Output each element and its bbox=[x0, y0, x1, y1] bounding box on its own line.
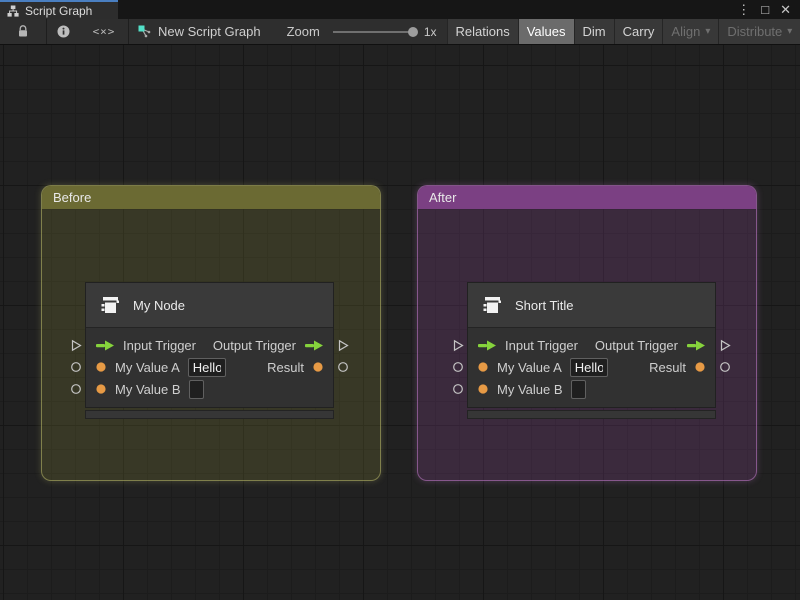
code-view-button[interactable]: <×> bbox=[80, 19, 128, 44]
flow-arrow-icon bbox=[686, 339, 706, 352]
group-label: After bbox=[429, 190, 457, 205]
graph-canvas[interactable]: Before After My Node Input Trigger Outpu… bbox=[0, 45, 800, 600]
group-label: Before bbox=[53, 190, 92, 205]
flow-arrow-icon bbox=[477, 339, 497, 352]
close-icon[interactable]: ✕ bbox=[780, 3, 791, 16]
port-label: My Value B bbox=[497, 381, 563, 397]
port-row-value-b: My Value B bbox=[71, 378, 333, 400]
value-output-port[interactable] bbox=[719, 361, 731, 374]
port-label: My Value A bbox=[497, 359, 562, 375]
port-row-trigger: Input Trigger Output Trigger bbox=[71, 334, 349, 356]
flow-input-port[interactable] bbox=[70, 339, 82, 352]
node-title: Short Title bbox=[515, 297, 574, 313]
value-b-input[interactable] bbox=[570, 379, 586, 399]
circle-outline-icon bbox=[453, 362, 463, 372]
value-dot-icon bbox=[477, 383, 489, 395]
circle-outline-icon bbox=[453, 384, 463, 394]
value-dot-icon bbox=[95, 383, 107, 395]
script-graph-asset-icon bbox=[138, 25, 151, 38]
flow-arrow-icon bbox=[95, 339, 115, 352]
value-input-port[interactable] bbox=[70, 383, 82, 396]
tab-title: Script Graph bbox=[25, 3, 93, 18]
flow-output-port[interactable] bbox=[337, 339, 349, 352]
value-dot-icon bbox=[477, 361, 489, 373]
relations-button[interactable]: Relations bbox=[446, 19, 518, 44]
dim-button[interactable]: Dim bbox=[573, 19, 614, 44]
group-before-header[interactable]: Before bbox=[42, 186, 380, 209]
value-b-input[interactable] bbox=[188, 379, 204, 399]
port-label: Result bbox=[649, 359, 686, 375]
flow-arrow-icon bbox=[304, 339, 324, 352]
window-controls: ⋮ □ ✕ bbox=[737, 0, 800, 19]
triangle-outline-icon bbox=[453, 339, 464, 351]
circle-outline-icon bbox=[71, 384, 81, 394]
zoom-slider-handle[interactable] bbox=[407, 26, 418, 37]
zoom-slider[interactable] bbox=[332, 26, 418, 37]
value-dot-icon bbox=[312, 361, 324, 373]
script-graph-window: Script Graph ⋮ □ ✕ <×> New Script Graph … bbox=[0, 0, 800, 600]
values-button[interactable]: Values bbox=[517, 19, 574, 44]
unit-icon bbox=[483, 297, 501, 313]
node-header[interactable]: My Node bbox=[86, 283, 333, 328]
info-button[interactable] bbox=[47, 19, 80, 44]
port-row-value-a: My Value A Result bbox=[71, 356, 348, 378]
port-row-value-a: My Value A Result bbox=[453, 356, 730, 378]
value-output-port[interactable] bbox=[337, 361, 349, 374]
port-label: Result bbox=[267, 359, 304, 375]
port-label: Input Trigger bbox=[505, 337, 578, 353]
port-label: Input Trigger bbox=[123, 337, 196, 353]
node-header[interactable]: Short Title bbox=[468, 283, 715, 328]
circle-outline-icon bbox=[720, 362, 730, 372]
triangle-outline-icon bbox=[71, 339, 82, 351]
triangle-outline-icon bbox=[720, 339, 731, 351]
value-dot-icon bbox=[95, 361, 107, 373]
value-a-input[interactable] bbox=[569, 357, 608, 377]
port-row-trigger: Input Trigger Output Trigger bbox=[453, 334, 731, 356]
toolbar-buttons: Relations Values Dim Carry Align ▾ Distr… bbox=[446, 19, 800, 44]
port-label: My Value B bbox=[115, 381, 181, 397]
chevron-down-icon: ▾ bbox=[787, 26, 793, 37]
toolbar-separator bbox=[128, 19, 129, 44]
tab-bar: Script Graph ⋮ □ ✕ bbox=[0, 0, 800, 19]
align-button[interactable]: Align ▾ bbox=[662, 19, 719, 44]
zoom-label: Zoom bbox=[286, 24, 320, 39]
port-label: Output Trigger bbox=[212, 337, 296, 353]
info-icon bbox=[57, 25, 70, 38]
zoom-value: 1x bbox=[423, 24, 437, 39]
port-label: Output Trigger bbox=[594, 337, 678, 353]
lock-icon bbox=[19, 25, 27, 37]
value-input-port[interactable] bbox=[452, 383, 464, 396]
value-input-port[interactable] bbox=[70, 361, 82, 374]
carry-button[interactable]: Carry bbox=[613, 19, 663, 44]
flow-output-port[interactable] bbox=[719, 339, 731, 352]
circle-outline-icon bbox=[338, 362, 348, 372]
node-my-node[interactable]: My Node Input Trigger Output Trigger My … bbox=[71, 282, 349, 419]
port-label: My Value A bbox=[115, 359, 180, 375]
new-script-graph-button[interactable] bbox=[138, 19, 151, 44]
value-dot-icon bbox=[694, 361, 706, 373]
flow-input-port[interactable] bbox=[452, 339, 464, 352]
graph-icon bbox=[7, 5, 19, 17]
node-footer bbox=[85, 410, 334, 419]
unit-icon bbox=[101, 297, 119, 313]
maximize-icon[interactable]: □ bbox=[761, 3, 769, 16]
tab-script-graph[interactable]: Script Graph bbox=[0, 0, 118, 19]
chevron-down-icon: ▾ bbox=[705, 26, 711, 37]
distribute-button[interactable]: Distribute ▾ bbox=[718, 19, 800, 44]
value-input-port[interactable] bbox=[452, 361, 464, 374]
menu-icon[interactable]: ⋮ bbox=[737, 3, 750, 16]
graph-toolbar: <×> New Script Graph Zoom 1x Relations V… bbox=[0, 19, 800, 45]
port-row-value-b: My Value B bbox=[453, 378, 715, 400]
value-a-input[interactable] bbox=[187, 357, 226, 377]
node-title: My Node bbox=[133, 297, 186, 313]
triangle-outline-icon bbox=[338, 339, 349, 351]
node-short-title[interactable]: Short Title Input Trigger Output Trigger… bbox=[453, 282, 731, 419]
code-icon: <×> bbox=[92, 25, 116, 38]
group-after-header[interactable]: After bbox=[418, 186, 756, 209]
new-script-graph-label: New Script Graph bbox=[158, 24, 261, 39]
node-footer bbox=[467, 410, 716, 419]
lock-button[interactable] bbox=[0, 19, 46, 44]
circle-outline-icon bbox=[71, 362, 81, 372]
